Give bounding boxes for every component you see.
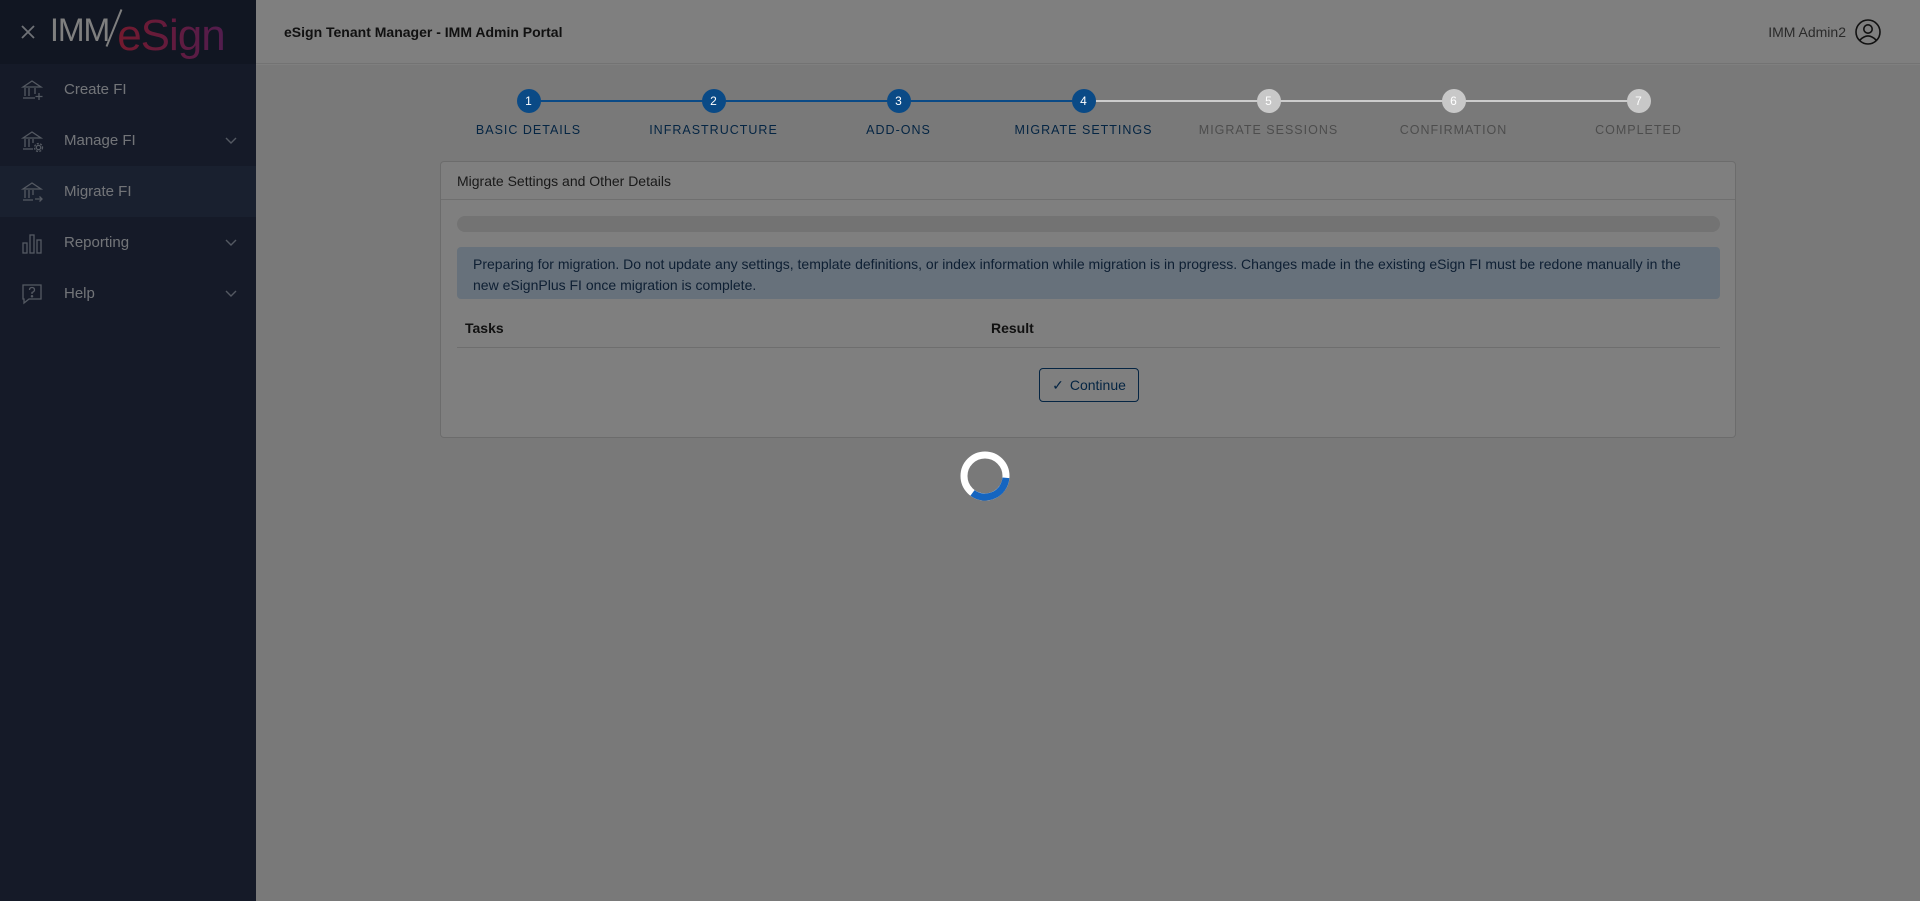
stepper-connector	[528, 100, 1083, 102]
step-number: 2	[701, 89, 726, 113]
step-number: 7	[1626, 89, 1651, 113]
stepper-connector	[1083, 100, 1638, 102]
loading-spinner-icon	[960, 451, 1010, 501]
step-number: 4	[1071, 89, 1096, 113]
step-number: 5	[1256, 89, 1281, 113]
loading-overlay	[0, 0, 1920, 901]
step-number: 3	[886, 89, 911, 113]
step-number: 1	[516, 89, 541, 113]
step-number: 6	[1441, 89, 1466, 113]
